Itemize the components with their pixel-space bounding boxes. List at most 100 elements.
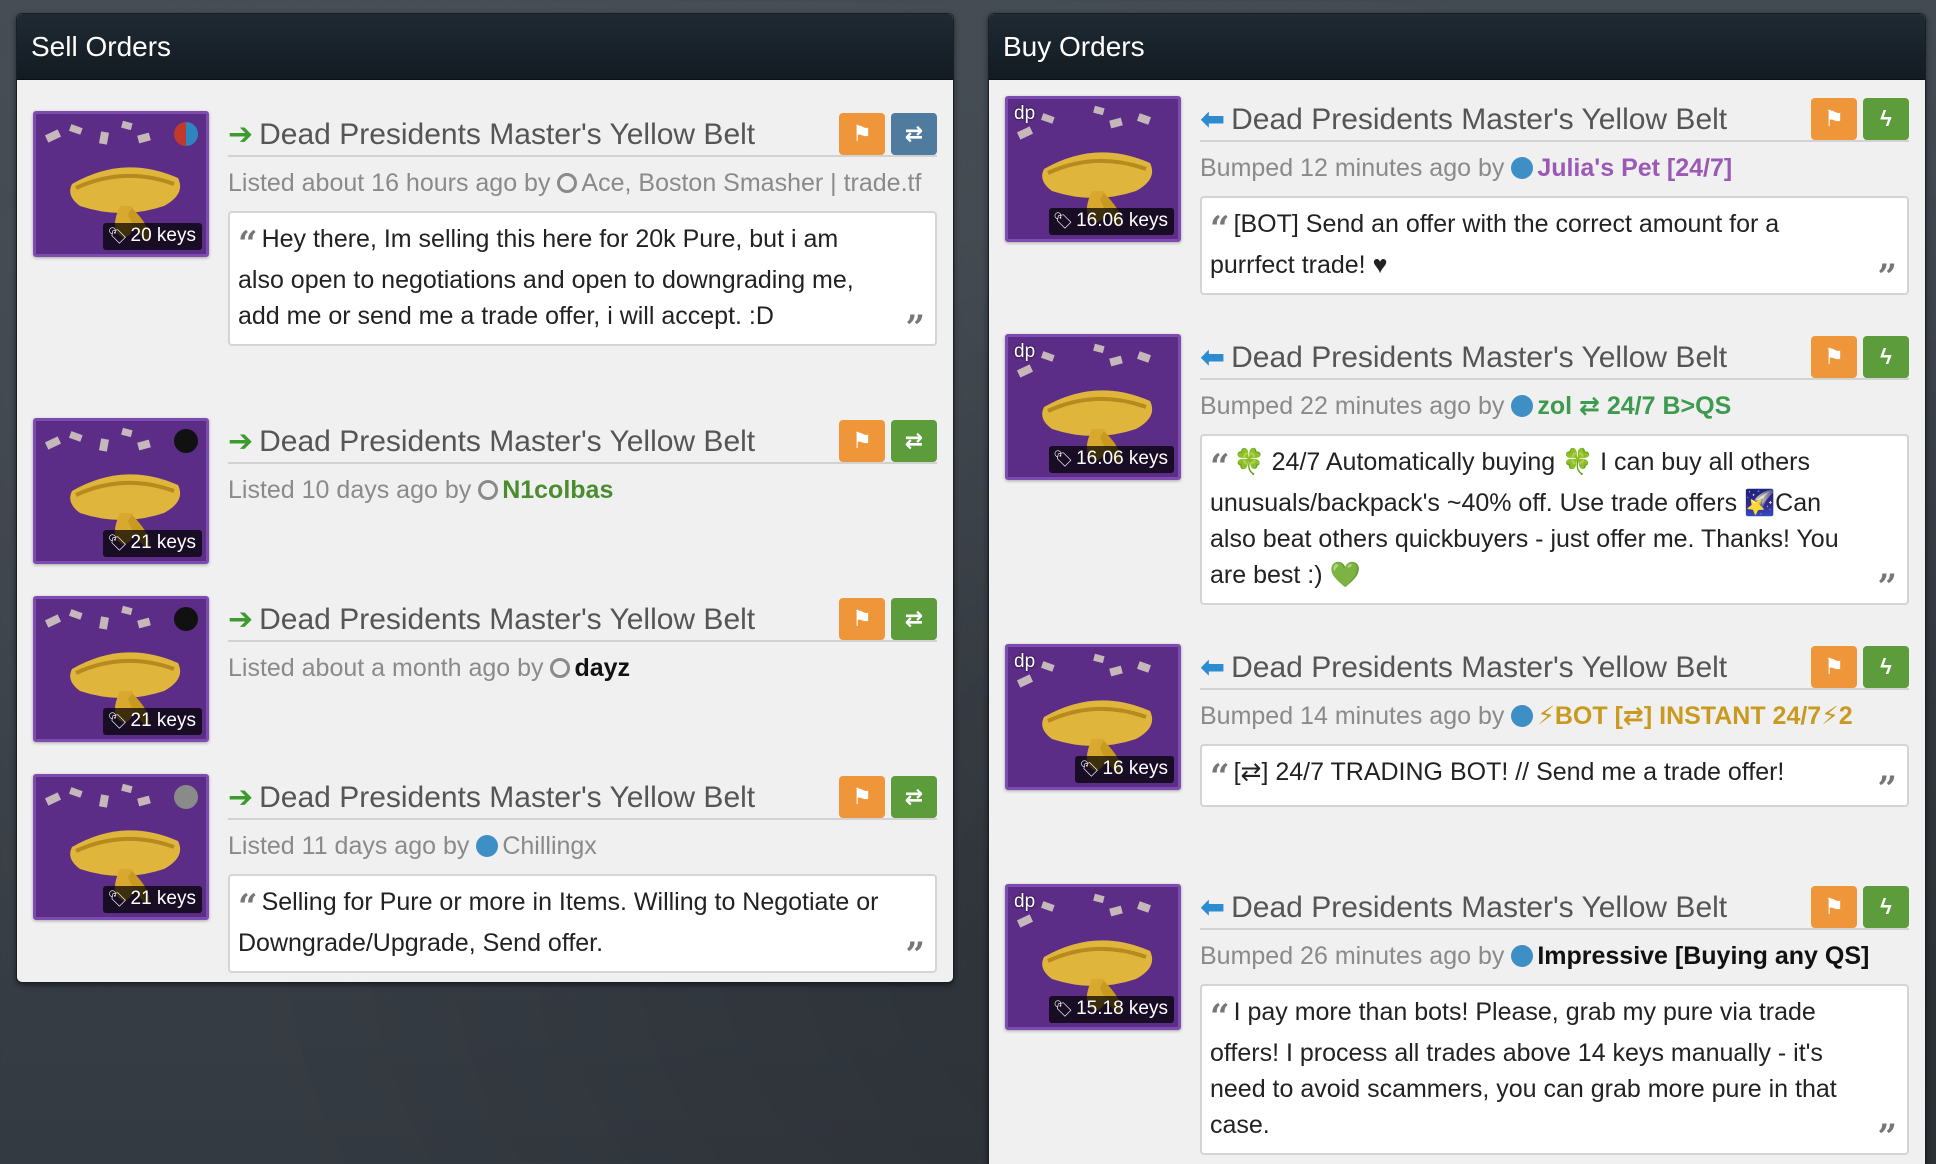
price-badge: 🏷 16.06 keys <box>1048 208 1174 235</box>
instant-trade-button[interactable]: ϟ <box>1863 886 1909 928</box>
item-title[interactable]: ➔ Dead Presidents Master's Yellow Belt <box>228 117 755 152</box>
report-button[interactable]: ⚑ <box>839 113 885 155</box>
arrow-right-icon: ➔ <box>228 425 254 458</box>
listing-meta: Listed about 16 hours ago by Ace, Boston… <box>228 169 922 197</box>
report-button[interactable]: ⚑ <box>839 776 885 818</box>
title-row: ⬅ Dead Presidents Master's Yellow Belt ⚑ … <box>1200 884 1909 930</box>
report-button[interactable]: ⚑ <box>839 420 885 462</box>
report-button[interactable]: ⚑ <box>1811 646 1857 688</box>
item-thumbnail[interactable]: 🏷 21 keys <box>33 418 209 564</box>
instant-trade-button[interactable]: ϟ <box>1863 98 1909 140</box>
sell-orders-panel: Sell Orders 🏷 20 keys ➔ Dead Presidents … <box>16 13 954 983</box>
sell-orders-header: Sell Orders <box>17 14 953 80</box>
flag-icon: ⚑ <box>852 428 872 453</box>
arrow-left-icon: ⬅ <box>1200 891 1226 924</box>
listing-message: “Selling for Pure or more in Items. Will… <box>228 874 937 973</box>
item-badge: dp <box>1014 341 1036 362</box>
flag-icon: ⚑ <box>1824 654 1844 679</box>
user-link[interactable]: Julia's Pet [24/7] <box>1537 154 1732 182</box>
tag-icon: 🏷 <box>1052 451 1074 468</box>
listing-meta: Bumped 14 minutes ago by ⚡BOT [⇄] INSTAN… <box>1200 702 1853 730</box>
item-thumbnail[interactable]: 🏷 21 keys <box>33 596 209 742</box>
item-badge: dp <box>1014 103 1036 124</box>
quote-close-icon: ” <box>905 935 925 975</box>
instant-trade-button[interactable]: ϟ <box>1863 646 1909 688</box>
price-badge: 🏷 15.18 keys <box>1048 996 1174 1023</box>
report-button[interactable]: ⚑ <box>839 598 885 640</box>
quote-close-icon: ” <box>1877 1117 1897 1157</box>
action-buttons: ⚑ ϟ <box>1811 336 1909 378</box>
arrow-right-icon: ➔ <box>228 603 254 636</box>
item-thumbnail[interactable]: dp 🏷 16.06 keys <box>1005 96 1181 242</box>
flag-icon: ⚑ <box>1824 106 1844 131</box>
user-link[interactable]: ⚡BOT [⇄] INSTANT 24/7⚡2 <box>1537 702 1852 730</box>
price-badge: 🏷 16.06 keys <box>1048 446 1174 473</box>
listing-meta: Bumped 22 minutes ago by zol ⇄ 24/7 B>QS <box>1200 392 1732 420</box>
report-button[interactable]: ⚑ <box>1811 336 1857 378</box>
arrow-right-icon: ➔ <box>228 781 254 814</box>
swap-icon: ⇄ <box>904 428 924 453</box>
tag-icon: 🏷 <box>107 713 128 730</box>
user-link[interactable]: zol ⇄ 24/7 B>QS <box>1537 392 1731 420</box>
quote-open-icon: “ <box>238 887 258 927</box>
trade-button[interactable]: ⇄ <box>891 598 937 640</box>
price-badge: 🏷 21 keys <box>103 530 202 557</box>
tag-icon: 🏷 <box>107 891 128 908</box>
title-row: ⬅ Dead Presidents Master's Yellow Belt ⚑ … <box>1200 644 1909 690</box>
item-title[interactable]: ➔ Dead Presidents Master's Yellow Belt <box>228 780 755 815</box>
action-buttons: ⚑ ⇄ <box>839 113 937 155</box>
lightning-icon: ϟ <box>1880 894 1892 919</box>
arrow-left-icon: ⬅ <box>1200 103 1226 136</box>
listing-content: ⬅ Dead Presidents Master's Yellow Belt ⚑ … <box>1200 644 1909 807</box>
report-button[interactable]: ⚑ <box>1811 98 1857 140</box>
item-title[interactable]: ➔ Dead Presidents Master's Yellow Belt <box>228 602 755 637</box>
lightning-icon: ϟ <box>1880 654 1892 679</box>
action-buttons: ⚑ ⇄ <box>839 420 937 462</box>
title-row: ➔ Dead Presidents Master's Yellow Belt ⚑ … <box>228 111 937 157</box>
user-link[interactable]: N1colbas <box>502 476 613 504</box>
flag-icon: ⚑ <box>852 606 872 631</box>
swap-icon: ⇄ <box>904 784 924 809</box>
listing-content: ⬅ Dead Presidents Master's Yellow Belt ⚑ … <box>1200 884 1909 1155</box>
price-badge: 🏷 16 keys <box>1075 756 1174 783</box>
item-thumbnail[interactable]: dp 🏷 16 keys <box>1005 644 1181 790</box>
item-title[interactable]: ⬅ Dead Presidents Master's Yellow Belt <box>1200 340 1727 375</box>
item-thumbnail[interactable]: 🏷 20 keys <box>33 111 209 257</box>
quote-close-icon: ” <box>1877 257 1897 297</box>
swap-icon: ⇄ <box>904 121 924 146</box>
listing-message: “[⇄] 24/7 TRADING BOT! // Send me a trad… <box>1200 744 1909 807</box>
item-title[interactable]: ⬅ Dead Presidents Master's Yellow Belt <box>1200 890 1727 925</box>
buy-orders-panel: Buy Orders dp 🏷 16.06 keys ⬅ Dead Presid… <box>988 13 1926 1164</box>
user-link[interactable]: Impressive [Buying any QS] <box>1537 942 1869 970</box>
price-badge: 🏷 21 keys <box>103 886 202 913</box>
item-thumbnail[interactable]: dp 🏷 15.18 keys <box>1005 884 1181 1030</box>
tag-icon: 🏷 <box>1079 761 1100 778</box>
item-title[interactable]: ⬅ Dead Presidents Master's Yellow Belt <box>1200 650 1727 685</box>
effect-indicator <box>174 785 198 809</box>
quote-open-icon: “ <box>1210 209 1230 249</box>
user-link[interactable]: dayz <box>574 654 630 682</box>
trade-button[interactable]: ⇄ <box>891 776 937 818</box>
tag-icon: 🏷 <box>1052 1001 1074 1018</box>
item-thumbnail[interactable]: dp 🏷 16.06 keys <box>1005 334 1181 480</box>
status-circle-icon <box>557 173 578 193</box>
user-link[interactable]: Chillingx <box>502 832 596 860</box>
listing-meta: Bumped 12 minutes ago by Julia's Pet [24… <box>1200 154 1733 182</box>
instant-trade-button[interactable]: ϟ <box>1863 336 1909 378</box>
user-link[interactable]: Ace, Boston Smasher | trade.tf <box>581 169 921 197</box>
price-badge: 🏷 21 keys <box>103 708 202 735</box>
item-title[interactable]: ⬅ Dead Presidents Master's Yellow Belt <box>1200 102 1727 137</box>
title-row: ➔ Dead Presidents Master's Yellow Belt ⚑ … <box>228 418 937 464</box>
item-title[interactable]: ➔ Dead Presidents Master's Yellow Belt <box>228 424 755 459</box>
report-button[interactable]: ⚑ <box>1811 886 1857 928</box>
status-circle-icon <box>1511 945 1534 967</box>
quote-close-icon: ” <box>905 308 925 348</box>
flag-icon: ⚑ <box>1824 894 1844 919</box>
trade-button[interactable]: ⇄ <box>891 420 937 462</box>
listing-meta: Listed 11 days ago by Chillingx <box>228 832 597 860</box>
quote-open-icon: “ <box>1210 997 1230 1037</box>
listing-message: “Hey there, Im selling this here for 20k… <box>228 211 937 346</box>
effect-indicator <box>174 429 198 453</box>
item-thumbnail[interactable]: 🏷 21 keys <box>33 774 209 920</box>
trade-button[interactable]: ⇄ <box>891 113 937 155</box>
